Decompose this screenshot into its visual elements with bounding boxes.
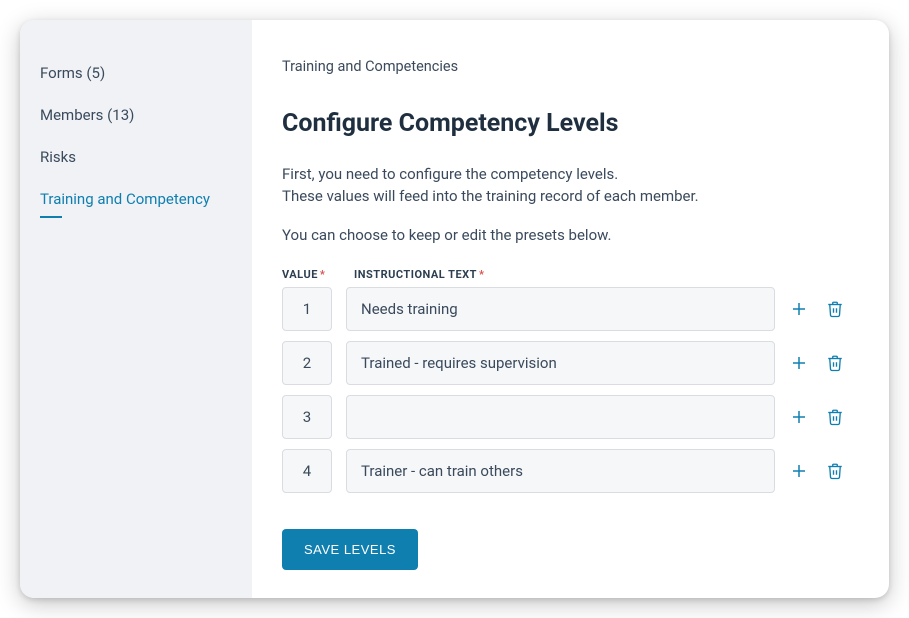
row-actions — [789, 407, 845, 427]
value-input[interactable] — [282, 449, 332, 493]
level-row — [282, 449, 845, 493]
required-marker: * — [320, 268, 326, 281]
active-underline — [40, 216, 62, 218]
breadcrumb: Training and Competencies — [282, 58, 845, 75]
trash-icon[interactable] — [825, 461, 845, 481]
sidebar-item-risks[interactable]: Risks — [20, 136, 252, 178]
level-row — [282, 395, 845, 439]
column-headers: VALUE* INSTRUCTIONAL TEXT* — [282, 268, 845, 281]
row-actions — [789, 353, 845, 373]
plus-icon[interactable] — [789, 353, 809, 373]
value-input[interactable] — [282, 341, 332, 385]
hint-text: You can choose to keep or edit the prese… — [282, 226, 845, 244]
sidebar: Forms (5) Members (13) Risks Training an… — [20, 20, 252, 598]
instructional-text-input[interactable] — [346, 341, 775, 385]
row-actions — [789, 461, 845, 481]
value-input[interactable] — [282, 287, 332, 331]
level-row — [282, 341, 845, 385]
instructional-text-input[interactable] — [346, 449, 775, 493]
sidebar-item-label: Training and Competency — [40, 190, 210, 208]
page-title: Configure Competency Levels — [282, 109, 845, 138]
sidebar-item-training-competency[interactable]: Training and Competency — [20, 178, 252, 230]
column-header-text: INSTRUCTIONAL TEXT* — [354, 268, 484, 281]
app-window: Forms (5) Members (13) Risks Training an… — [20, 20, 889, 598]
column-header-value-label: VALUE — [282, 268, 318, 281]
trash-icon[interactable] — [825, 407, 845, 427]
column-header-text-label: INSTRUCTIONAL TEXT — [354, 268, 477, 281]
intro-line-1: First, you need to configure the compete… — [282, 164, 845, 186]
trash-icon[interactable] — [825, 353, 845, 373]
trash-icon[interactable] — [825, 299, 845, 319]
sidebar-item-label: Members (13) — [40, 106, 134, 124]
sidebar-item-label: Risks — [40, 148, 76, 166]
instructional-text-input[interactable] — [346, 395, 775, 439]
levels-rows — [282, 287, 845, 493]
main-content: Training and Competencies Configure Comp… — [252, 20, 889, 598]
intro-line-2: These values will feed into the training… — [282, 186, 845, 208]
value-input[interactable] — [282, 395, 332, 439]
intro-text: First, you need to configure the compete… — [282, 164, 845, 208]
save-levels-button[interactable]: SAVE LEVELS — [282, 529, 418, 570]
level-row — [282, 287, 845, 331]
instructional-text-input[interactable] — [346, 287, 775, 331]
row-actions — [789, 299, 845, 319]
column-header-value: VALUE* — [282, 268, 340, 281]
plus-icon[interactable] — [789, 407, 809, 427]
plus-icon[interactable] — [789, 461, 809, 481]
required-marker: * — [479, 268, 485, 281]
plus-icon[interactable] — [789, 299, 809, 319]
sidebar-item-label: Forms (5) — [40, 64, 105, 82]
sidebar-item-forms[interactable]: Forms (5) — [20, 52, 252, 94]
sidebar-item-members[interactable]: Members (13) — [20, 94, 252, 136]
